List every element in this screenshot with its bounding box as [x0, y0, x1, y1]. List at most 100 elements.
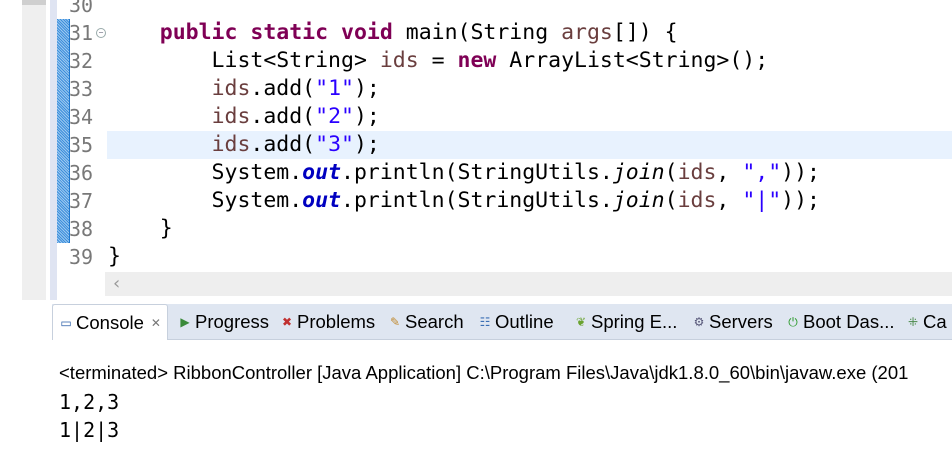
console-output-line: 1,2,3 [59, 390, 120, 414]
scroll-left-icon[interactable]: ‹ [113, 272, 120, 296]
code-token: "|" [742, 188, 782, 213]
code-line[interactable]: ids.add("2"); [108, 103, 380, 131]
line-number: 33 [69, 77, 94, 101]
tab-problems[interactable]: ✖ Problems [280, 304, 375, 339]
code-token: "3" [315, 132, 354, 157]
code-token: ); [353, 76, 380, 101]
tab-label: Boot Das... [803, 310, 895, 332]
code-token: []) { [612, 20, 678, 45]
tab-label: Search [405, 310, 464, 332]
progress-icon: ▶ [180, 314, 190, 329]
code-token: ids [211, 132, 251, 157]
line-number: 31 [69, 21, 94, 45]
code-line[interactable]: } [108, 215, 173, 243]
code-token: join [612, 160, 665, 185]
line-number: 39 [69, 245, 94, 269]
tab-label: Outline [495, 310, 554, 332]
line-number: 30 [69, 0, 94, 17]
tab-search[interactable]: ✎ Search [388, 304, 464, 339]
code-token: , [716, 160, 743, 185]
code-token: } [108, 216, 173, 241]
code-token: ( [664, 188, 678, 213]
code-token: ids [211, 76, 251, 101]
tab-label: Console [76, 311, 144, 333]
code-token: )); [781, 160, 820, 185]
code-line[interactable]: List<String> ids = new ArrayList<String>… [108, 47, 769, 75]
line-number: 37 [69, 189, 94, 213]
code-token: .println(StringUtils. [341, 188, 613, 213]
console-status: <terminated> RibbonController [Java Appl… [59, 362, 909, 383]
code-token: ids [379, 48, 419, 73]
horizontal-scrollbar[interactable]: ‹ [105, 272, 952, 296]
close-tab-icon[interactable]: ✕ [151, 305, 161, 341]
code-token: = [418, 48, 458, 73]
code-token: .add( [250, 104, 316, 129]
code-token: System. [108, 160, 303, 185]
code-token: ids [211, 104, 251, 129]
tab-servers[interactable]: ⚙ Servers [692, 304, 773, 339]
boot-dashboard-icon: ⏻ [788, 314, 798, 329]
code-token: ( [664, 160, 678, 185]
code-token: ids [677, 188, 717, 213]
code-line[interactable]: ids.add("1"); [108, 75, 380, 103]
line-number: 35 [69, 133, 94, 157]
outline-icon: ☷ [479, 314, 491, 329]
code-token: ); [353, 104, 380, 129]
code-token: new [457, 48, 497, 73]
code-line[interactable]: System.out.println(StringUtils.join(ids,… [108, 159, 820, 187]
code-token: public [159, 20, 238, 45]
tab-ca[interactable]: ⁜ Ca [906, 304, 947, 339]
code-token: ); [353, 132, 380, 157]
code-token: join [612, 188, 665, 213]
servers-icon: ⚙ [693, 314, 705, 329]
tab-label: Problems [297, 310, 376, 332]
code-token: )); [781, 188, 820, 213]
code-token: out [302, 160, 342, 185]
code-line[interactable]: } [108, 243, 121, 271]
editor-border [50, 0, 57, 300]
code-token: main(String [392, 20, 562, 45]
line-number: 36 [69, 161, 94, 185]
tab-label: Spring E... [591, 310, 678, 332]
tab-label: Ca [923, 310, 947, 332]
search-icon: ✎ [389, 314, 401, 329]
code-token: , [716, 188, 743, 213]
tab-outline[interactable]: ☷ Outline [478, 304, 554, 339]
left-panel-strip [22, 0, 46, 300]
code-token: System. [108, 188, 303, 213]
fold-collapse-icon[interactable]: − [96, 28, 106, 38]
code-line[interactable]: System.out.println(StringUtils.join(ids,… [108, 187, 820, 215]
code-token: "," [742, 160, 782, 185]
code-token: args [561, 20, 613, 45]
code-token: .add( [250, 76, 316, 101]
tab-spring-e[interactable]: ❦ Spring E... [574, 304, 677, 339]
bottom-panel-tabs: ▭ Console ✕ ▶ Progress ✖ Problems ✎ Search ☷ Outli… [52, 304, 952, 340]
code-token: .add( [250, 132, 316, 157]
code-token: ids [677, 160, 717, 185]
code-token: List<String> [108, 48, 380, 73]
tab-label: Servers [709, 310, 773, 332]
code-token: out [302, 188, 342, 213]
console-icon: ▭ [60, 315, 72, 330]
line-number: 34 [69, 105, 94, 129]
code-token: ArrayList<String>(); [496, 48, 769, 73]
tab-progress[interactable]: ▶ Progress [178, 304, 269, 339]
tab-label: Progress [195, 310, 270, 332]
line-number: 38 [69, 217, 94, 241]
code-token: "1" [315, 76, 354, 101]
tab-console[interactable]: ▭ Console ✕ [52, 304, 168, 340]
tab-boot-das[interactable]: ⏻ Boot Das... [786, 304, 895, 339]
spring-explorer-icon: ❦ [575, 314, 587, 329]
code-token: .println(StringUtils. [341, 160, 613, 185]
call-hierarchy-icon: ⁜ [907, 314, 919, 329]
code-token: "2" [315, 104, 354, 129]
console-output-line: 1|2|3 [59, 418, 120, 442]
code-line[interactable]: ids.add("3"); [108, 131, 380, 159]
code-line[interactable]: public static void main(String args[]) { [108, 19, 678, 47]
code-token: void [341, 20, 393, 45]
